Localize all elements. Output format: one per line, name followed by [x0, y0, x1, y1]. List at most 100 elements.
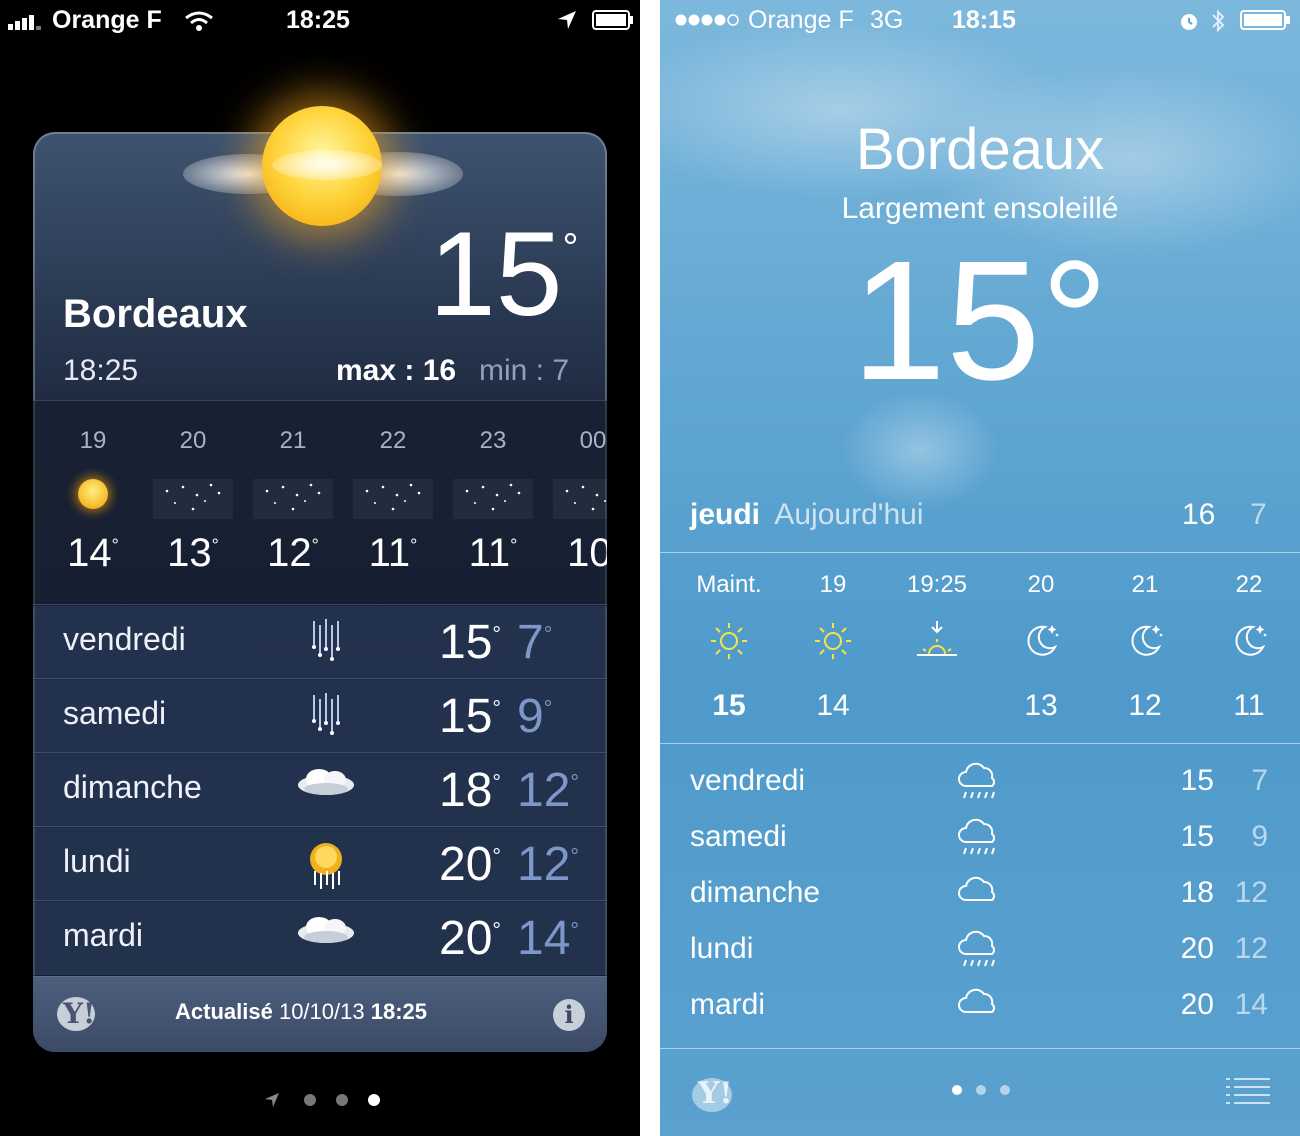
cloud-icon [295, 765, 357, 817]
updated-label: Actualisé [175, 999, 273, 1024]
status-bar: Orange F 3G 18:15 [660, 0, 1300, 40]
divider [660, 552, 1300, 553]
day-high-value: 18 [439, 764, 493, 817]
page-dot[interactable] [1000, 1085, 1010, 1095]
day-high-value: 20 [439, 838, 493, 891]
sun-icon [778, 619, 888, 668]
city-name: Bordeaux [63, 292, 248, 336]
alarm-icon [1181, 14, 1197, 30]
city-name: Bordeaux [855, 117, 1105, 182]
stars-icon [343, 479, 443, 524]
page-dot[interactable] [336, 1094, 348, 1106]
hour-temp: 11° [368, 531, 418, 575]
day-high: 18 [1180, 876, 1214, 909]
status-bar: Orange F 18:25 [0, 0, 640, 40]
current-temp: 15° [851, 226, 1109, 416]
day-low: 14° [517, 912, 580, 965]
hour-temp-value: 11 [368, 531, 411, 575]
yahoo-logo-text: Y! [63, 997, 96, 1030]
signal-dots-icon [675, 14, 739, 26]
hourly-forecast[interactable]: 19 14° 20 13° 21 12° 22 11° 23 11° 00 10° [33, 400, 607, 606]
day-low: 12° [517, 764, 580, 817]
stars-icon [543, 479, 607, 524]
hour-label: 20 [179, 427, 207, 454]
sunset-icon [882, 619, 992, 668]
hour-label: 20 [1027, 571, 1055, 598]
day-name: vendredi [690, 764, 806, 797]
day-name: mardi [690, 988, 766, 1021]
hour-temp: 13° [167, 531, 219, 575]
ios7-weather-screen: Orange F 3G 18:15 Bordeaux Largement ens… [660, 0, 1300, 1136]
wifi-icon [185, 11, 213, 31]
day-name: vendredi [63, 621, 186, 657]
list-icon[interactable] [1226, 1076, 1270, 1106]
hour-temp: 11° [468, 531, 518, 575]
rain-cloud-icon [956, 930, 1000, 979]
daily-row: lundi 20° 12° [33, 826, 607, 902]
cloud-icon [956, 986, 1000, 1027]
page-dot-active[interactable] [952, 1085, 962, 1095]
location-page-icon[interactable] [264, 1092, 280, 1108]
ios6-weather-screen: Orange F 18:25 Bordeaux 18:25 15° max : … [0, 0, 640, 1136]
yahoo-logo[interactable]: Y! [57, 995, 111, 1033]
daily-row: mardi 20 14 [660, 980, 1300, 1036]
day-name: lundi [63, 843, 131, 879]
stars-icon [443, 479, 543, 524]
day-name: dimanche [690, 876, 821, 909]
today-row: jeudi Aujourd'hui [690, 498, 924, 532]
hour-label: 21 [279, 427, 307, 454]
day-name: mardi [63, 917, 144, 953]
day-high-value: 20 [439, 912, 493, 965]
daily-row: dimanche 18° 12° [33, 752, 607, 828]
hour-temp: 10° [543, 531, 607, 576]
today-label: Aujourd'hui [774, 498, 924, 531]
day-high: 15 [1180, 764, 1214, 797]
hour-label: 21 [1131, 571, 1159, 598]
daily-row: vendredi 15 7 [660, 756, 1300, 812]
day-high: 20° [439, 912, 502, 965]
day-low-value: 9 [517, 690, 544, 743]
page-dot[interactable] [976, 1085, 986, 1095]
hour-temp: 14° [67, 531, 119, 575]
daily-row: lundi 20 12 [660, 924, 1300, 980]
updated-date: 10/10/13 [278, 999, 365, 1024]
hour-temp-value: 13 [167, 531, 212, 575]
hour-temp: 14 [816, 689, 850, 722]
hour-temp: 15 [712, 689, 746, 722]
current-temp-value: 15 [429, 207, 563, 341]
day-high-value: 15 [439, 616, 493, 669]
day-name: samedi [690, 820, 787, 853]
rain-icon [295, 691, 357, 743]
sun-icon [43, 479, 143, 509]
info-button[interactable]: i [553, 999, 585, 1031]
day-high-value: 15 [439, 690, 493, 743]
carrier-label: Orange F [748, 6, 854, 34]
day-low-value: 7 [517, 616, 544, 669]
daily-row: dimanche 18 12 [660, 868, 1300, 924]
cloud-decoration [272, 150, 382, 180]
daily-row: vendredi 15° 7° [33, 604, 607, 680]
hour-temp: 12° [267, 531, 319, 575]
yahoo-logo[interactable]: Y! [690, 1072, 750, 1116]
cloud-icon [295, 913, 357, 965]
hour-label: 22 [1235, 571, 1263, 598]
day-high: 15 [1180, 820, 1214, 853]
day-high: 20° [439, 838, 502, 891]
page-dot-active[interactable] [368, 1094, 380, 1106]
day-low-value: 12 [517, 838, 571, 891]
day-low: 12 [1234, 932, 1268, 965]
current-temp: 15° [429, 207, 579, 341]
day-low: 9 [1251, 820, 1268, 853]
day-high: 20 [1180, 932, 1214, 965]
hour-temp-value: 12 [267, 531, 312, 575]
hour-temp-value: 14 [67, 531, 112, 575]
today-day: jeudi [690, 498, 761, 531]
day-low: 14 [1234, 988, 1268, 1021]
day-low: 7 [1251, 764, 1268, 797]
page-dot[interactable] [304, 1094, 316, 1106]
hour-label: 19 [79, 427, 107, 454]
yahoo-logo-text: Y! [698, 1076, 733, 1111]
sun-rain-icon [295, 839, 357, 891]
hour-temp-value: 10 [567, 531, 607, 575]
network-label: 3G [870, 6, 904, 34]
